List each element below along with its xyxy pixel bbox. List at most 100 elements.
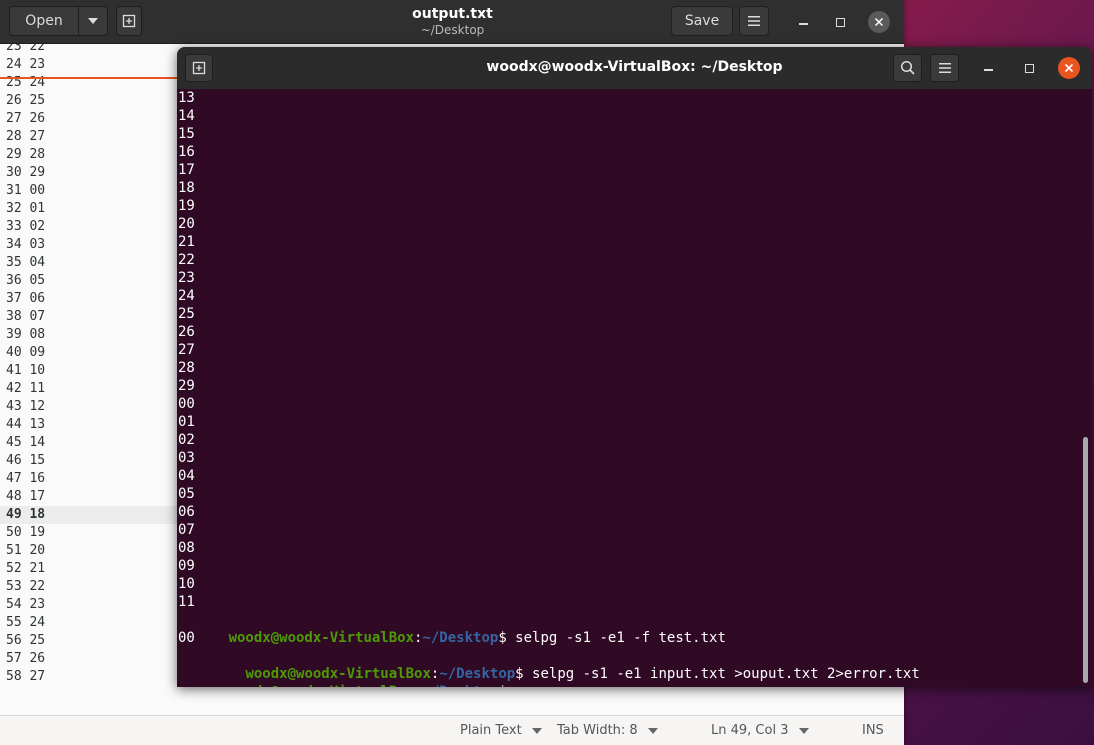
chevron-down-icon (647, 727, 658, 734)
close-button[interactable] (868, 11, 890, 33)
statusbar: Plain Text Tab Width: 8 Ln 49, Col 3 INS (0, 715, 904, 745)
save-button[interactable]: Save (671, 6, 733, 36)
terminal-scrollbar[interactable] (1083, 437, 1088, 683)
editor-line: 28 27 (6, 129, 46, 144)
window-subtitle: ~/Desktop (420, 23, 485, 37)
terminal-output-line: 16 (178, 144, 195, 160)
terminal-output-line: 03 (178, 450, 195, 466)
command-output-line: 00 (178, 630, 195, 646)
minimize-button[interactable] (792, 11, 814, 33)
hamburger-menu-icon (938, 63, 951, 73)
prompt-dollar: $ (515, 666, 524, 682)
open-button-label: Open (25, 13, 63, 29)
chevron-down-icon (531, 727, 542, 734)
editor-line: 49 18 (6, 507, 46, 522)
editor-line: 43 12 (6, 399, 46, 414)
minimize-icon (983, 69, 993, 71)
terminal-output-line: 15 (178, 126, 195, 142)
cursor-position-label: Ln 49, Col 3 (711, 723, 789, 738)
editor-line: 24 23 (6, 57, 46, 72)
close-icon (1064, 63, 1074, 73)
editor-line: 48 17 (6, 489, 46, 504)
editor-line: 23 22 (6, 44, 46, 54)
new-tab-icon (192, 61, 206, 75)
terminal-maximize-button[interactable] (1018, 57, 1040, 79)
command-text: selpg -s1 -e1 -f test.txt (506, 630, 726, 646)
terminal-minimize-button[interactable] (977, 57, 999, 79)
language-selector[interactable]: Plain Text (460, 723, 542, 738)
terminal-output-line: 00 (178, 396, 195, 412)
chevron-down-icon (798, 727, 809, 734)
terminal-window: woodx@woodx-VirtualBox: ~/Desktop 11 10 … (177, 47, 1092, 687)
prompt-path: ~/Desktop (422, 630, 499, 646)
terminal-output-line: 26 (178, 324, 195, 340)
editor-line: 42 11 (6, 381, 46, 396)
gedit-headerbar: Open output.txt ~/Desktop Save (0, 0, 904, 44)
open-button[interactable]: Open (9, 6, 79, 36)
terminal-output-line: 05 (178, 486, 195, 502)
hamburger-menu-icon (748, 16, 760, 26)
editor-line: 58 27 (6, 669, 46, 684)
editor-line: 40 09 (6, 345, 46, 360)
prompt-line-1: woodx@woodx-VirtualBox:~/Desktop$ selpg … (178, 611, 726, 646)
editor-line: 33 02 (6, 219, 46, 234)
terminal-search-button[interactable] (893, 54, 922, 82)
editor-line: 27 26 (6, 111, 46, 126)
terminal-output-line: 11 (178, 594, 195, 610)
search-icon (900, 60, 915, 75)
minimize-icon (798, 23, 808, 25)
terminal-output-line: 28 (178, 360, 195, 376)
terminal-headerbar: woodx@woodx-VirtualBox: ~/Desktop (177, 47, 1092, 89)
new-document-button[interactable] (116, 6, 142, 36)
editor-line: 55 24 (6, 615, 46, 630)
tab-width-selector[interactable]: Tab Width: 8 (557, 723, 658, 738)
close-icon (874, 17, 884, 27)
chevron-down-icon (88, 18, 98, 24)
new-tab-icon (122, 14, 136, 28)
terminal-output-line: 04 (178, 468, 195, 484)
terminal-title: woodx@woodx-VirtualBox: ~/Desktop (486, 59, 783, 75)
editor-line: 35 04 (6, 255, 46, 270)
prompt-dollar: $ (498, 630, 507, 646)
terminal-output-line: 06 (178, 504, 195, 520)
editor-line: 30 29 (6, 165, 46, 180)
editor-line: 50 19 (6, 525, 46, 540)
editor-line: 38 07 (6, 309, 46, 324)
terminal-output-line: 29 (178, 378, 195, 394)
prompt-user: woodx@woodx-VirtualBox (229, 684, 414, 687)
editor-line: 31 00 (6, 183, 46, 198)
terminal-output-line: 24 (178, 288, 195, 304)
editor-line: 45 14 (6, 435, 46, 450)
cursor-position-selector[interactable]: Ln 49, Col 3 (711, 723, 809, 738)
maximize-icon (1024, 63, 1034, 73)
insert-mode-indicator: INS (862, 723, 884, 738)
maximize-button[interactable] (829, 11, 851, 33)
editor-line: 34 03 (6, 237, 46, 252)
terminal-output-line: 01 (178, 414, 195, 430)
prompt-dollar: $ (498, 684, 506, 687)
editor-line: 46 15 (6, 453, 46, 468)
terminal-output[interactable]: 11 10 09 08 07 06 05 04 03 02 01 00 29 28 27 26 25 24 23 22… (177, 89, 1082, 687)
terminal-close-button[interactable] (1058, 57, 1080, 79)
terminal-menu-button[interactable] (930, 54, 959, 82)
terminal-output-line: 27 (178, 342, 195, 358)
prompt-line-2: woodx@woodx-VirtualBox:~/Desktop$ selpg … (178, 647, 919, 682)
terminal-output-line: 18 (178, 180, 195, 196)
prompt-user: woodx@woodx-VirtualBox (228, 630, 415, 646)
prompt-path: ~/Desktop (422, 684, 498, 687)
open-dropdown-button[interactable] (78, 6, 108, 36)
save-button-label: Save (684, 13, 720, 29)
window-title: output.txt (412, 6, 493, 22)
editor-line: 26 25 (6, 93, 46, 108)
editor-line: 57 26 (6, 651, 46, 666)
editor-line: 54 23 (6, 597, 46, 612)
terminal-output-line: 10 (178, 576, 195, 592)
tab-width-label: Tab Width: 8 (557, 723, 638, 738)
editor-line: 51 20 (6, 543, 46, 558)
maximize-icon (835, 17, 845, 27)
new-tab-button[interactable] (185, 54, 213, 82)
terminal-output-line: 07 (178, 522, 195, 538)
terminal-output-line: 02 (178, 432, 195, 448)
terminal-output-line: 20 (178, 216, 195, 232)
menu-button[interactable] (739, 6, 769, 36)
